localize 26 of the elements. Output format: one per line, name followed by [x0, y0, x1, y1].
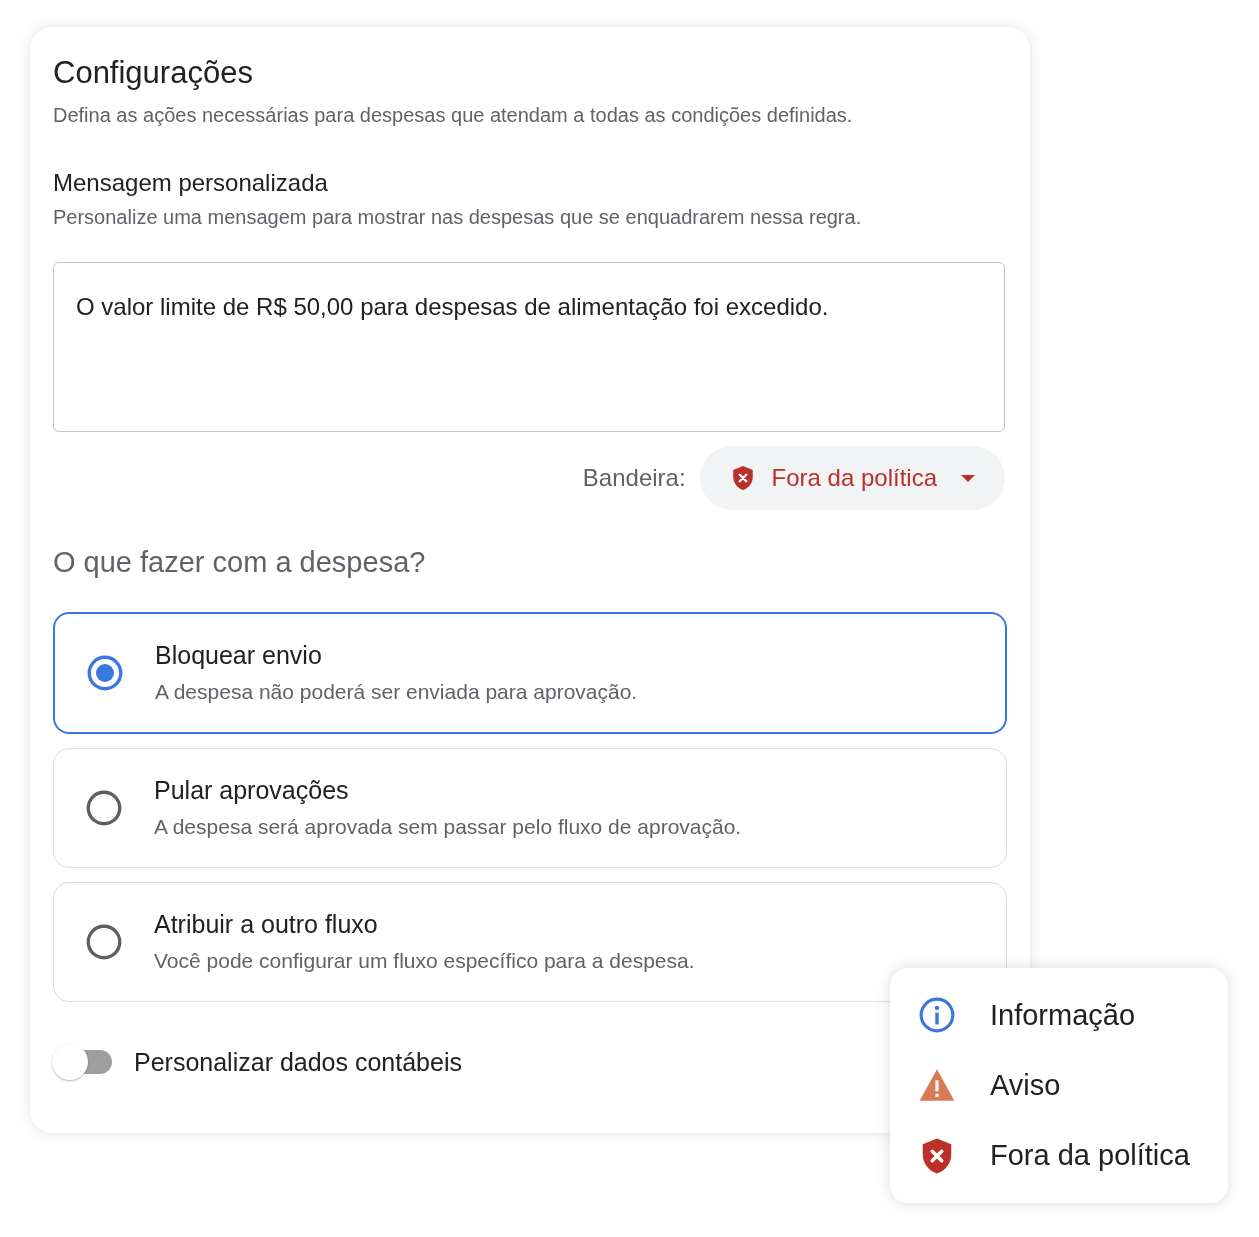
option-description: A despesa não poderá ser enviada para aprovação. [155, 679, 638, 705]
section-heading: Mensagem personalizada [53, 168, 329, 198]
option-card[interactable]: Atribuir a outro fluxo Você pode configurar um fluxo específico para a despesa. [53, 882, 1007, 1002]
message-field[interactable]: O valor limite de R$ 50,00 para despesas de alimentação foi excedido. [53, 262, 1005, 432]
question-heading: O que fazer com a despesa? [53, 545, 427, 580]
toggle-label: Personalizar dados contábeis [134, 1047, 462, 1077]
menu-item[interactable]: Fora da política [890, 1125, 1228, 1186]
caret-icon [961, 474, 975, 482]
radio-button[interactable] [86, 924, 122, 960]
option-card[interactable]: Pular aprovações A despesa será aprovada sem passar pelo fluxo de aprovação. [53, 748, 1007, 868]
option-description: Você pode configurar um fluxo específico para a despesa. [154, 948, 695, 974]
radio-button[interactable] [87, 655, 123, 691]
toggle-switch[interactable] [50, 1042, 114, 1082]
option-title: Pular aprovações [154, 775, 350, 805]
option-title: Bloquear envio [155, 640, 323, 670]
section-description: Personalize uma mensagem para mostrar nas despesas que se enquadrarem nessa regra. [53, 205, 863, 230]
settings-description: Defina as ações necessárias para despesas que atendam a todas as condições definidas. [53, 103, 854, 128]
info-icon [918, 996, 956, 1035]
flag-dropdown[interactable]: Fora da política [699, 446, 1005, 510]
radio-button[interactable] [86, 790, 122, 826]
flag-label: Bandeira: [582, 464, 686, 492]
option-description: A despesa será aprovada sem passar pelo fluxo de aprovação. [154, 814, 742, 840]
settings-title: Configurações [53, 54, 254, 92]
option-title: Atribuir a outro fluxo [154, 909, 379, 939]
menu-item[interactable]: Aviso [890, 1055, 1228, 1116]
option-card[interactable]: Bloquear envio A despesa não poderá ser enviada para aprovação. [53, 612, 1007, 734]
